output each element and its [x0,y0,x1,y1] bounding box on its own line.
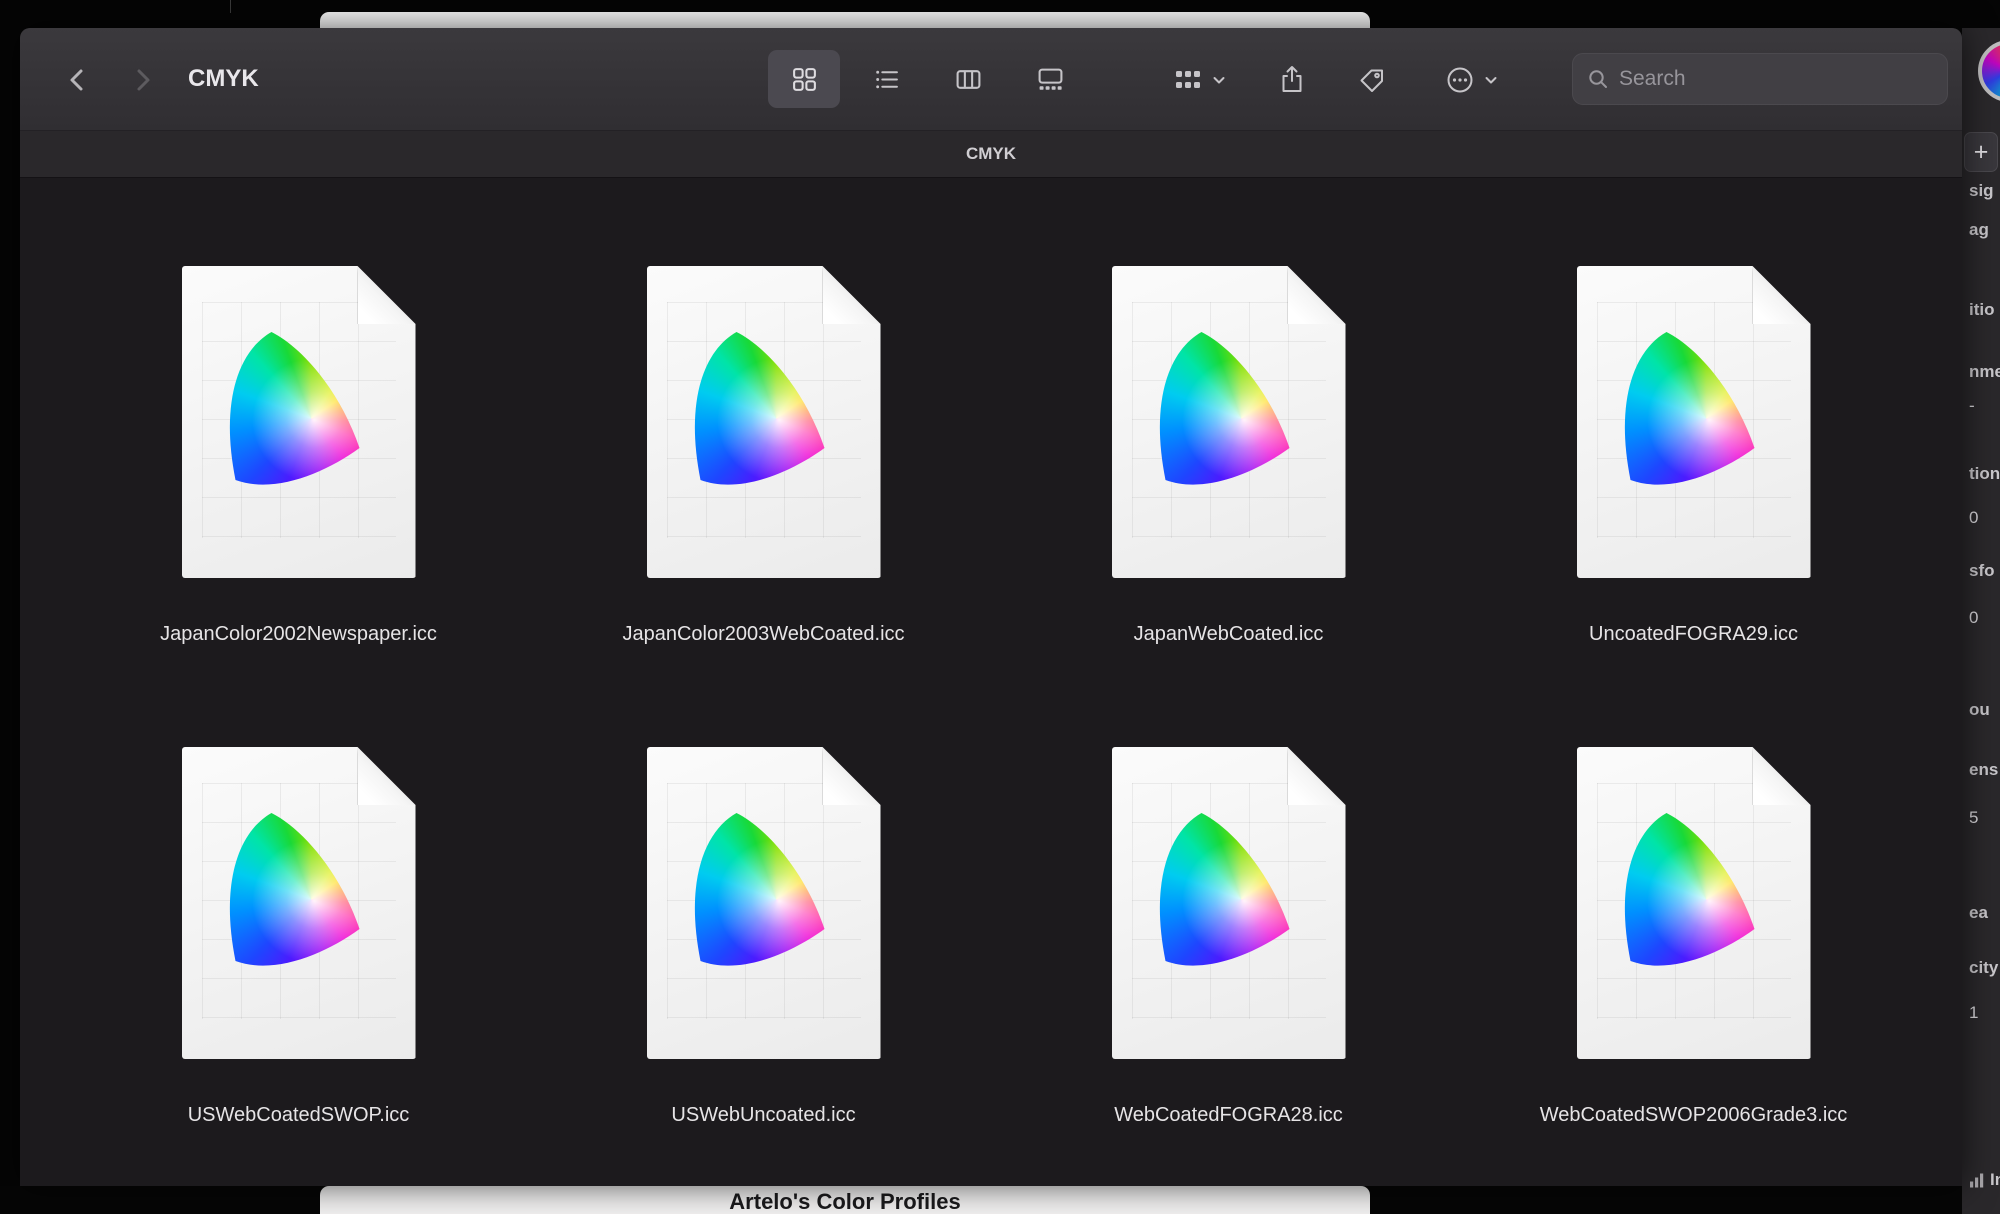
file-item[interactable]: JapanColor2002Newspaper.icc [66,178,531,646]
files-grid: JapanColor2002Newspaper.icc JapanColor20… [20,178,1962,1127]
icc-file-icon [1112,266,1346,578]
list-view-icon [873,66,900,93]
search-placeholder: Search [1619,67,1686,91]
page-fold-corner [358,266,416,324]
file-item[interactable]: USWebUncoated.icc [531,659,996,1127]
panel-text-fragment: sig [1969,181,1994,201]
panel-text-fragment: ens [1969,760,1998,780]
panel-value-fragment: 1 [1969,1003,1978,1023]
file-name: WebCoatedFOGRA28.icc [1114,1104,1343,1127]
panel-value-fragment: 5 [1969,808,1978,828]
file-name: JapanWebCoated.icc [1134,623,1324,646]
share-icon [1278,65,1306,95]
forward-button[interactable] [124,64,160,96]
desktop-top-strip [0,0,2000,28]
back-button[interactable] [60,64,96,96]
forward-chevron-icon [127,65,157,95]
file-name: JapanColor2003WebCoated.icc [622,623,904,646]
panel-value-fragment: 0 [1969,608,1978,628]
panel-text-fragment: city [1969,958,1998,978]
icc-file-icon [1112,747,1346,1059]
panel-info-label: In [1990,1170,2000,1190]
grid-view-icon [791,66,818,93]
tag-icon [1358,66,1386,94]
finder-window: CMYK [20,28,1962,1186]
icc-file-icon [647,266,881,578]
file-name: USWebUncoated.icc [671,1104,855,1127]
chevron-down-icon [1211,72,1227,88]
icc-file-icon [182,266,416,578]
path-bar-label: CMYK [966,144,1016,164]
file-item[interactable]: UncoatedFOGRA29.icc [1461,178,1926,646]
page-fold-corner [823,747,881,805]
tag-button[interactable] [1350,58,1394,102]
panel-text-fragment: ou [1969,700,1990,720]
page-fold-corner [358,747,416,805]
file-name: WebCoatedSWOP2006Grade3.icc [1540,1104,1848,1127]
panel-text-fragment: nme [1969,362,2000,382]
page-fold-corner [1753,266,1811,324]
background-window-divider [230,0,231,13]
search-input[interactable]: Search [1572,53,1948,105]
gallery-view-button[interactable] [1014,50,1086,108]
color-wheel-icon [1978,40,2000,102]
icon-view-button[interactable] [768,50,840,108]
add-button[interactable]: + [1964,132,1998,172]
panel-text-fragment: tion [1969,464,2000,484]
finder-content: JapanColor2002Newspaper.icc JapanColor20… [20,178,1962,1186]
icc-file-icon [1577,266,1811,578]
background-window-titlebar[interactable]: Artelo's Color Profiles [320,1186,1370,1214]
background-inspector-panel: + sig ag itio nme - tion 0 sfo 0 ou ens … [1962,0,2000,1214]
panel-text-fragment: sfo [1969,561,1995,581]
file-name: JapanColor2002Newspaper.icc [160,623,437,646]
file-name: USWebCoatedSWOP.icc [188,1104,410,1127]
finder-path-bar: CMYK [20,131,1962,178]
list-view-button[interactable] [850,50,922,108]
more-options-button[interactable] [1424,58,1520,102]
file-name: UncoatedFOGRA29.icc [1589,623,1798,646]
chart-bars-icon [1969,1173,1986,1188]
search-icon [1587,68,1609,90]
column-view-icon [955,66,982,93]
share-button[interactable] [1270,56,1314,104]
panel-text-fragment: ag [1969,220,1989,240]
file-item[interactable]: WebCoatedFOGRA28.icc [996,659,1461,1127]
finder-toolbar: CMYK [20,28,1962,131]
more-ellipsis-icon [1445,65,1475,95]
gallery-view-icon [1037,66,1064,93]
icc-file-icon [182,747,416,1059]
file-item[interactable]: JapanColor2003WebCoated.icc [531,178,996,646]
group-by-icon [1173,67,1203,93]
panel-value-fragment: 0 [1969,508,1978,528]
panel-text-fragment: - [1969,396,1975,416]
column-view-button[interactable] [932,50,1004,108]
background-window-title: Artelo's Color Profiles [729,1189,960,1214]
page-fold-corner [823,266,881,324]
screen: + sig ag itio nme - tion 0 sfo 0 ou ens … [0,0,2000,1214]
desktop-bottom-strip: Artelo's Color Profiles [0,1186,1962,1214]
file-item[interactable]: WebCoatedSWOP2006Grade3.icc [1461,659,1926,1127]
panel-text-fragment: itio [1969,300,1995,320]
icc-file-icon [1577,747,1811,1059]
page-fold-corner [1753,747,1811,805]
panel-text-fragment: ea [1969,903,1988,923]
panel-info-fragment: In [1969,1170,2000,1190]
page-fold-corner [1288,266,1346,324]
window-title: CMYK [188,28,259,130]
file-item[interactable]: USWebCoatedSWOP.icc [66,659,531,1127]
file-item[interactable]: JapanWebCoated.icc [996,178,1461,646]
icc-file-icon [647,747,881,1059]
background-window-top-edge [320,12,1370,28]
view-switcher [768,50,1086,108]
back-chevron-icon [63,65,93,95]
group-by-button[interactable] [1148,58,1252,102]
page-fold-corner [1288,747,1346,805]
chevron-down-icon [1483,72,1499,88]
